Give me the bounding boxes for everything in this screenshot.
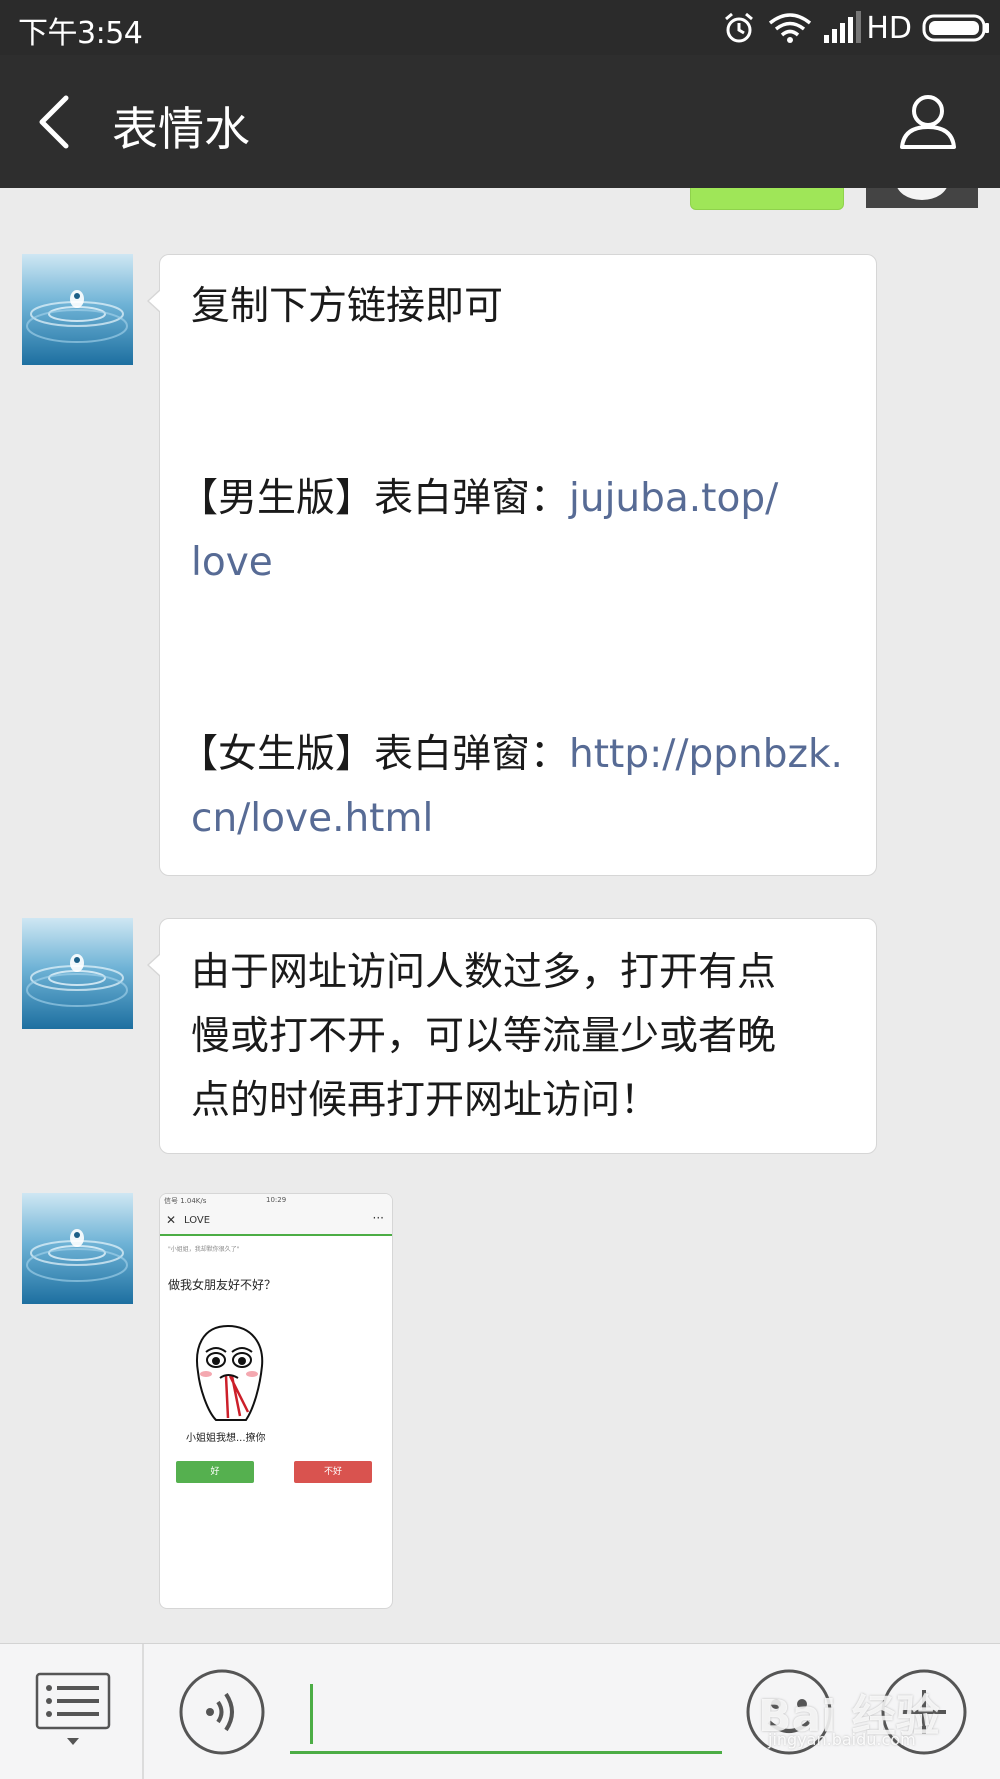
- image-no-button: 不好: [294, 1461, 372, 1483]
- sent-bubble-partial[interactable]: [690, 188, 844, 210]
- list-menu-icon[interactable]: [35, 1672, 111, 1752]
- blushing-face-illustration: [196, 1324, 264, 1421]
- image-question: 做我女朋友好不好？: [168, 1278, 277, 1292]
- my-avatar-partial[interactable]: [866, 188, 978, 208]
- image-nav: ✕ LOVE ···: [160, 1208, 392, 1236]
- image-status-bar: 信号 1.04K/s 10:29: [160, 1194, 392, 1208]
- alarm-icon: [725, 12, 754, 43]
- message-line: 【男生版】表白弹窗：jujuba.top/: [179, 467, 876, 531]
- nav-bar: 表情水: [0, 55, 1000, 188]
- link-text[interactable]: http://ppnbzk.: [569, 732, 843, 777]
- image-title: LOVE: [184, 1215, 211, 1226]
- image-subtitle: "小姐姐，我却默你很久了": [168, 1246, 240, 1253]
- message-text: 【男生版】表白弹窗：: [179, 476, 570, 521]
- chat-area[interactable]: 复制下方链接即可 【男生版】表白弹窗：jujuba.top/ love 【女生版…: [0, 188, 1000, 1643]
- divider: [142, 1644, 144, 1779]
- message-line: 【女生版】表白弹窗：http://ppnbzk.: [179, 723, 876, 787]
- baidu-watermark-url: jingyan.baidu.com: [768, 1730, 916, 1749]
- message-bubble[interactable]: 由于网址访问人数过多，打开有点 慢或打不开，可以等流量少或者晚 点的时候再打开网…: [147, 918, 877, 1154]
- link-text[interactable]: love: [191, 531, 876, 595]
- message-input[interactable]: [290, 1658, 722, 1754]
- message-bubble[interactable]: 复制下方链接即可 【男生版】表白弹窗：jujuba.top/ love 【女生版…: [147, 254, 877, 876]
- message-text: 点的时候再打开网址访问！: [191, 1078, 660, 1123]
- chevron-left-icon[interactable]: [30, 90, 80, 154]
- voice-icon[interactable]: [178, 1668, 266, 1756]
- network-type: HD: [866, 10, 912, 46]
- link-text[interactable]: jujuba.top/: [569, 476, 778, 521]
- status-time: 下午3:54: [18, 16, 143, 51]
- text-cursor: [310, 1684, 313, 1744]
- avatar[interactable]: [22, 254, 133, 365]
- signal-icon: [824, 11, 862, 43]
- image-caption: 小姐姐我想...撩你: [186, 1433, 266, 1444]
- battery-icon: [922, 14, 989, 42]
- image-status-time: 10:29: [266, 1196, 287, 1204]
- avatar[interactable]: [22, 1193, 133, 1304]
- person-icon[interactable]: [898, 93, 958, 151]
- message-text: 【女生版】表白弹窗：: [179, 732, 570, 777]
- message-text: 慢或打不开，可以等流量少或者晚: [191, 1014, 777, 1059]
- message-text: 复制下方链接即可: [191, 284, 504, 329]
- status-icons: HD: [722, 8, 990, 48]
- status-bar: 下午3:54 HD: [0, 0, 1000, 55]
- image-yes-button: 好: [176, 1461, 254, 1483]
- chat-title: 表情水: [112, 102, 250, 156]
- link-text[interactable]: cn/love.html: [191, 787, 876, 851]
- image-message[interactable]: 信号 1.04K/s 10:29 ✕ LOVE ··· "小姐姐，我却默你很久了…: [159, 1193, 393, 1609]
- close-icon: ✕: [166, 1213, 177, 1227]
- image-status-left: 信号 1.04K/s: [164, 1197, 207, 1205]
- more-icon: ···: [372, 1211, 384, 1225]
- wifi-icon: [769, 13, 812, 43]
- avatar[interactable]: [22, 918, 133, 1029]
- message-text: 由于网址访问人数过多，打开有点: [191, 950, 777, 995]
